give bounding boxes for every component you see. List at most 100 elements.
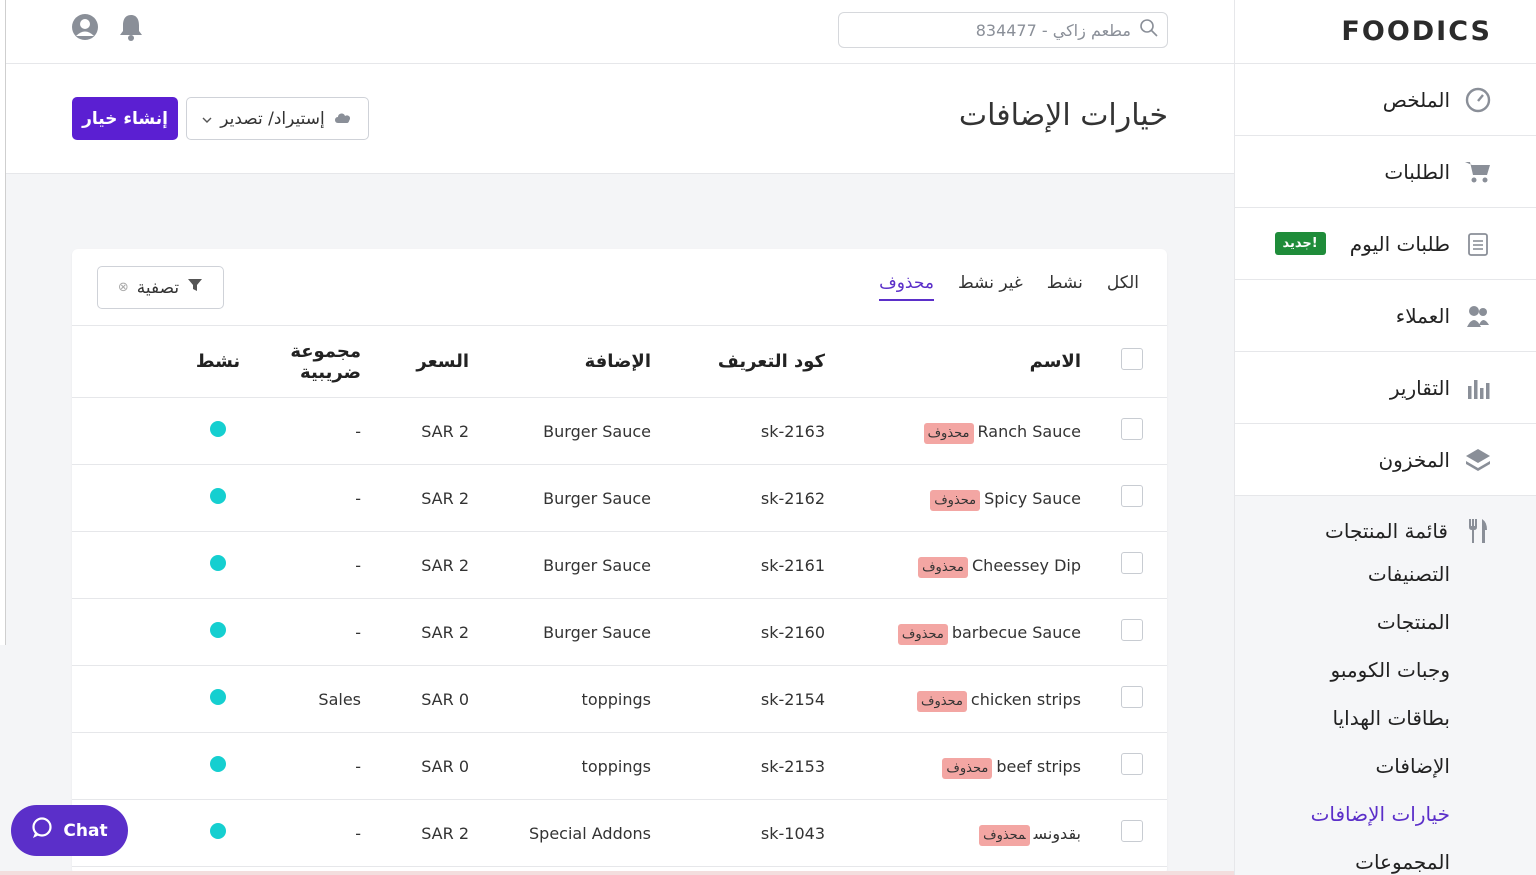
deleted-tag: محذوف xyxy=(942,757,993,779)
table-header-row: الاسم كود التعريف الإضافة السعر مجموعة ض… xyxy=(72,325,1167,398)
active-cell xyxy=(72,665,253,733)
row-checkbox[interactable] xyxy=(1121,619,1143,641)
sidebar-item-modifier-options[interactable]: خيارات الإضافات xyxy=(1235,790,1536,838)
cart-icon xyxy=(1464,158,1492,186)
bell-icon[interactable] xyxy=(116,12,146,42)
table-row[interactable]: chicken stripsمحذوف sk-2154 toppings SAR… xyxy=(72,665,1167,733)
modifier-cell: Burger Sauce xyxy=(469,397,651,465)
select-all-checkbox[interactable] xyxy=(1121,348,1143,370)
create-option-button[interactable]: إنشاء خيار xyxy=(72,97,178,140)
sidebar-item-today-orders[interactable]: جديد! طلبات اليوم xyxy=(1235,208,1536,280)
active-status-dot xyxy=(210,421,226,437)
sidebar-item-customers[interactable]: العملاء xyxy=(1235,280,1536,352)
tab-all[interactable]: الكل xyxy=(1107,273,1139,301)
row-checkbox-cell xyxy=(1081,799,1167,867)
chat-button[interactable]: Chat xyxy=(11,805,128,856)
sidebar-item-orders[interactable]: الطلبات xyxy=(1235,136,1536,208)
col-header-sku[interactable]: كود التعريف xyxy=(651,325,825,398)
option-name[interactable]: chicken strips xyxy=(971,690,1081,709)
col-header-tax-group[interactable]: مجموعة ضريبية xyxy=(253,325,361,398)
cloud-icon xyxy=(333,109,353,129)
menu-submenu: قائمة المنتجات التصنيفات المنتجات وجبات … xyxy=(1235,496,1536,875)
name-cell: Spicy Sauceمحذوف xyxy=(825,464,1081,532)
table-row[interactable]: beef stripsمحذوف sk-2153 toppings SAR 0 … xyxy=(72,732,1167,800)
option-name[interactable]: barbecue Sauce xyxy=(952,623,1081,642)
option-name[interactable]: Cheessey Dip xyxy=(972,556,1081,575)
user-icon[interactable] xyxy=(70,12,100,42)
tax-group-cell: - xyxy=(253,732,361,800)
sku-cell: sk-1043 xyxy=(651,799,825,867)
active-status-dot xyxy=(210,488,226,504)
clear-filter-icon[interactable]: ⊗ xyxy=(118,280,129,295)
row-checkbox-cell xyxy=(1081,665,1167,733)
active-cell xyxy=(72,732,253,800)
select-all-cell xyxy=(1081,325,1167,398)
sidebar-item-combos[interactable]: وجبات الكومبو xyxy=(1235,646,1536,694)
sidebar-item-gift-cards[interactable]: بطاقات الهدايا xyxy=(1235,694,1536,742)
option-name[interactable]: Spicy Sauce xyxy=(984,489,1081,508)
tab-deleted[interactable]: محذوف xyxy=(879,273,934,301)
new-badge: جديد! xyxy=(1274,232,1326,255)
sidebar-item-groups[interactable]: المجموعات xyxy=(1235,838,1536,875)
row-checkbox-cell xyxy=(1081,598,1167,666)
price-cell: SAR 2 xyxy=(361,397,469,465)
foodics-logo[interactable]: FOODICS xyxy=(1235,0,1536,64)
chat-label: Chat xyxy=(63,820,108,841)
option-name[interactable]: Ranch Sauce xyxy=(978,422,1081,441)
table-row[interactable]: barbecue Sauceمحذوف sk-2160 Burger Sauce… xyxy=(72,598,1167,666)
price-cell: SAR 2 xyxy=(361,464,469,532)
page-title: خيارات الإضافات xyxy=(958,98,1168,133)
active-cell xyxy=(72,397,253,465)
sidebar-item-label: الطلبات xyxy=(1384,159,1450,184)
table-row[interactable]: Spicy Sauceمحذوف sk-2162 Burger Sauce SA… xyxy=(72,464,1167,532)
modifier-cell: Burger Sauce xyxy=(469,531,651,599)
tab-active[interactable]: نشط xyxy=(1047,273,1083,301)
table-row[interactable]: Cheessey Dipمحذوف sk-2161 Burger Sauce S… xyxy=(72,531,1167,599)
table-row[interactable]: بقدونسمحذوف sk-1043 Special Addons SAR 2… xyxy=(72,799,1167,867)
sidebar-item-inventory[interactable]: المخزون xyxy=(1235,424,1536,496)
row-checkbox-cell xyxy=(1081,464,1167,532)
name-cell: Ranch Sauceمحذوف xyxy=(825,397,1081,465)
sidebar-item-categories[interactable]: التصنيفات xyxy=(1235,550,1536,598)
sidebar-item-modifiers[interactable]: الإضافات xyxy=(1235,742,1536,790)
import-export-button[interactable]: إستيراد/ تصدير xyxy=(186,97,369,140)
table-row[interactable]: Ranch Sauceمحذوف sk-2163 Burger Sauce SA… xyxy=(72,397,1167,465)
sidebar-item-label: طلبات اليوم xyxy=(1349,231,1450,256)
col-header-price[interactable]: السعر xyxy=(361,325,469,398)
price-cell: SAR 0 xyxy=(361,665,469,733)
sidebar-item-dashboard[interactable]: الملخص xyxy=(1235,64,1536,136)
row-checkbox[interactable] xyxy=(1121,753,1143,775)
sku-cell: sk-2153 xyxy=(651,732,825,800)
modifier-cell: Burger Sauce xyxy=(469,598,651,666)
option-name[interactable]: beef strips xyxy=(996,757,1081,776)
filter-button[interactable]: ⊗ تصفية xyxy=(97,266,224,309)
row-checkbox[interactable] xyxy=(1121,820,1143,842)
tab-inactive[interactable]: غير نشط xyxy=(958,273,1023,301)
row-checkbox[interactable] xyxy=(1121,485,1143,507)
active-status-dot xyxy=(210,756,226,772)
col-header-active[interactable]: نشط xyxy=(72,325,253,398)
sidebar-item-reports[interactable]: التقارير xyxy=(1235,352,1536,424)
search-input[interactable]: مطعم زاكي - 834477 xyxy=(838,12,1168,48)
sidebar-item-menu[interactable]: قائمة المنتجات xyxy=(1235,512,1536,550)
option-name[interactable]: بقدونس xyxy=(1034,824,1081,843)
fork-knife-icon xyxy=(1464,517,1492,545)
modifier-cell: toppings xyxy=(469,732,651,800)
top-bar: مطعم زاكي - 834477 xyxy=(6,0,1234,64)
deleted-tag: محذوف xyxy=(923,422,974,444)
deleted-tag: محذوف xyxy=(916,690,967,712)
row-checkbox[interactable] xyxy=(1121,686,1143,708)
sidebar-item-products[interactable]: المنتجات xyxy=(1235,598,1536,646)
dashboard-icon xyxy=(1464,86,1492,114)
row-checkbox[interactable] xyxy=(1121,418,1143,440)
sidebar-item-label: العملاء xyxy=(1395,303,1450,328)
col-header-modifier[interactable]: الإضافة xyxy=(469,325,651,398)
sidebar-item-label: المخزون xyxy=(1378,447,1450,472)
row-checkbox[interactable] xyxy=(1121,552,1143,574)
tax-group-cell: - xyxy=(253,397,361,465)
price-cell: SAR 0 xyxy=(361,732,469,800)
col-header-name[interactable]: الاسم xyxy=(825,325,1081,398)
active-cell xyxy=(72,598,253,666)
sku-cell: sk-2160 xyxy=(651,598,825,666)
modifier-options-table: الاسم كود التعريف الإضافة السعر مجموعة ض… xyxy=(72,325,1167,867)
